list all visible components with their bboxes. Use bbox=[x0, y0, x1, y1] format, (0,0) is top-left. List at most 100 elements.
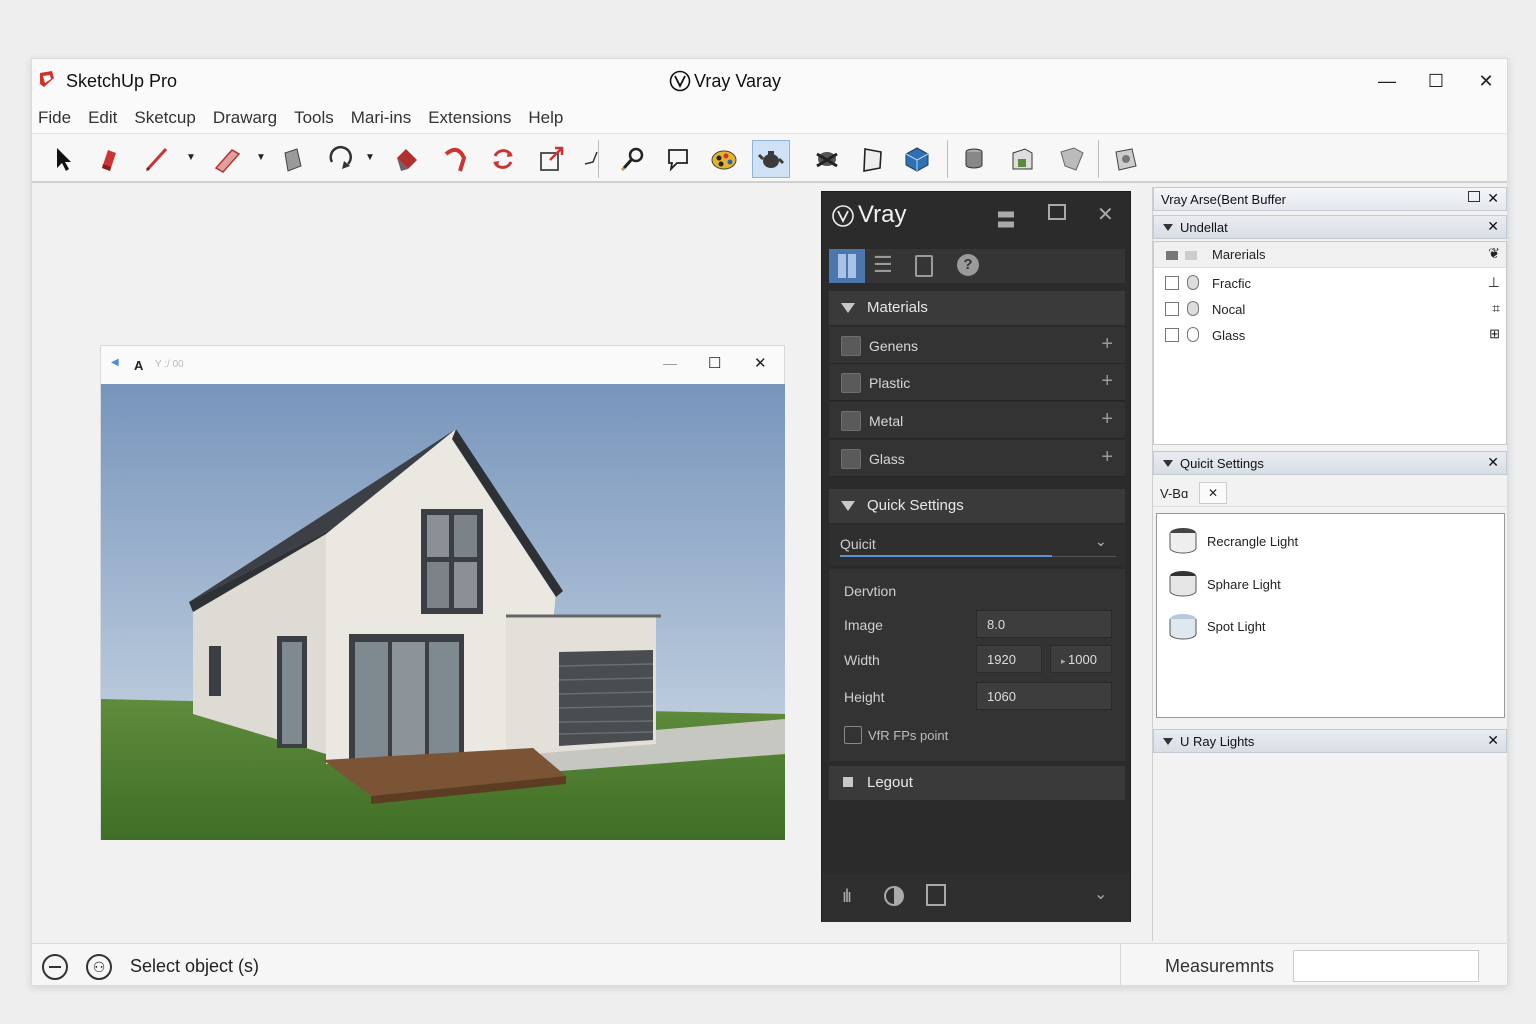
edit-icon[interactable]: ⊥ bbox=[1488, 274, 1500, 291]
paint-bucket-button[interactable] bbox=[388, 140, 426, 178]
frame-icon[interactable] bbox=[926, 884, 946, 906]
app-title: SketchUp Pro bbox=[66, 71, 178, 91]
tab-vb[interactable]: V-Bɑ bbox=[1160, 486, 1188, 501]
close-button[interactable]: ✕ bbox=[1466, 67, 1506, 95]
render-maximize-button[interactable]: ☐ bbox=[708, 354, 721, 372]
select-tool-button[interactable] bbox=[44, 140, 82, 178]
rectangle-tool-button[interactable] bbox=[208, 140, 246, 178]
material-editor-button[interactable] bbox=[705, 140, 743, 178]
render-window: ◀ A Y :/ 00 — ☐ ✕ bbox=[100, 345, 785, 840]
measurements-label: Measuremnts bbox=[1165, 956, 1275, 976]
close-undellat-button[interactable]: ✕ bbox=[1487, 218, 1499, 235]
eraser-tool-button[interactable] bbox=[90, 140, 128, 178]
tab-materials[interactable] bbox=[829, 249, 865, 283]
material-list-item[interactable]: Fracfic bbox=[1212, 276, 1251, 291]
chevron-down-icon: ⌄ bbox=[1095, 533, 1107, 549]
menu-plugins[interactable]: Mari-ins bbox=[351, 108, 411, 128]
image-field[interactable]: 8.0 bbox=[976, 610, 1112, 638]
material-checkbox[interactable] bbox=[1165, 328, 1179, 342]
close-panel-icon[interactable]: ✕ bbox=[1097, 202, 1114, 227]
menu-draw[interactable]: Drawarg bbox=[213, 108, 277, 128]
material-checkbox[interactable] bbox=[1165, 276, 1179, 290]
menu-file[interactable]: Fide bbox=[38, 108, 71, 128]
menu-help[interactable]: Help bbox=[528, 108, 563, 128]
material-item[interactable]: Plastic + bbox=[829, 364, 1125, 401]
menu-tools[interactable]: Tools bbox=[294, 108, 334, 128]
menu-extensions[interactable]: Extensions bbox=[428, 108, 511, 128]
list-icon[interactable]: ☰ bbox=[873, 253, 893, 277]
quick-settings-header[interactable]: Quicit Settings ✕ bbox=[1153, 451, 1507, 475]
material-item[interactable]: Glass + bbox=[829, 440, 1125, 477]
vray-proxy-button[interactable] bbox=[1003, 140, 1041, 178]
maximize-panel-icon[interactable] bbox=[1048, 204, 1066, 220]
teapot-icon[interactable]: ❦ bbox=[1488, 245, 1500, 262]
follow-me-button[interactable] bbox=[436, 140, 474, 178]
light-item[interactable]: Sphare Light bbox=[1207, 577, 1281, 592]
legout-section-header[interactable]: Legout bbox=[829, 766, 1125, 800]
move-tool-button[interactable] bbox=[322, 140, 360, 178]
measurements-input[interactable] bbox=[1293, 950, 1479, 982]
add-material-button[interactable]: + bbox=[1101, 408, 1113, 431]
minimize-button[interactable]: — bbox=[1367, 67, 1407, 95]
pushpull-tool-button[interactable] bbox=[274, 140, 312, 178]
text-tool-button[interactable] bbox=[659, 140, 697, 178]
maximize-button[interactable]: ☐ bbox=[1416, 67, 1456, 95]
close-buffer-button[interactable]: ✕ bbox=[1487, 190, 1499, 207]
material-list-item[interactable]: Glass bbox=[1212, 328, 1245, 343]
undellat-header[interactable]: Undellat ✕ bbox=[1153, 215, 1507, 239]
add-material-button[interactable]: + bbox=[1101, 370, 1113, 393]
line-tool-button[interactable] bbox=[138, 140, 176, 178]
vray-asset-editor-button[interactable] bbox=[752, 140, 790, 178]
vray-light-button[interactable] bbox=[957, 140, 995, 178]
vray-lights-header[interactable]: U Ray Lights ✕ bbox=[1153, 729, 1507, 753]
menu-edit[interactable]: Edit bbox=[88, 108, 117, 128]
render-close-button[interactable]: ✕ bbox=[754, 354, 767, 372]
credits-icon[interactable]: ⚇ bbox=[86, 954, 112, 980]
geo-location-icon[interactable] bbox=[42, 954, 68, 980]
close-lights-button[interactable]: ✕ bbox=[1487, 732, 1499, 749]
tab-close-button[interactable]: ✕ bbox=[1199, 482, 1227, 504]
line-dropdown-icon[interactable]: ▼ bbox=[186, 152, 196, 163]
pin-icon[interactable]: ⌗ bbox=[1492, 300, 1500, 317]
fps-checkbox[interactable] bbox=[844, 726, 862, 744]
material-item[interactable]: Genens + bbox=[829, 327, 1125, 364]
tape-tool-button[interactable] bbox=[573, 140, 611, 178]
width-field-secondary[interactable]: ▸ 1000 bbox=[1050, 645, 1112, 673]
materials-section-header[interactable]: Materials bbox=[829, 291, 1125, 325]
chevron-down-icon[interactable]: ⌄ bbox=[1094, 884, 1107, 904]
scale-tool-button[interactable] bbox=[532, 140, 570, 178]
material-checkbox[interactable] bbox=[1165, 302, 1179, 316]
grid-icon[interactable]: ⊞ bbox=[1489, 326, 1500, 342]
height-field[interactable]: 1060 bbox=[976, 682, 1112, 710]
orbit-tool-button[interactable] bbox=[484, 140, 522, 178]
histogram-icon[interactable]: ılı bbox=[842, 886, 852, 907]
zoom-tool-button[interactable] bbox=[614, 140, 652, 178]
material-list-item[interactable]: Nocal bbox=[1212, 302, 1245, 317]
material-item[interactable]: Metal + bbox=[829, 402, 1125, 439]
collapse-triangle-icon bbox=[841, 501, 855, 511]
light-item[interactable]: Spot Light bbox=[1207, 619, 1266, 634]
vray-shield-button[interactable] bbox=[1052, 140, 1090, 178]
vray-frame-buffer-button[interactable] bbox=[1106, 140, 1144, 178]
eraser-icon bbox=[102, 150, 116, 171]
cloud-render-button[interactable] bbox=[898, 140, 936, 178]
toolbar-separator bbox=[1098, 140, 1099, 178]
close-quick-settings-button[interactable]: ✕ bbox=[1487, 454, 1499, 471]
menu-hamburger-icon[interactable]: 〓 bbox=[996, 204, 1016, 233]
move-dropdown-icon[interactable]: ▼ bbox=[365, 152, 375, 163]
menu-view[interactable]: Sketcup bbox=[134, 108, 195, 128]
float-panel-icon[interactable] bbox=[1468, 191, 1480, 202]
interactive-render-button[interactable] bbox=[854, 140, 892, 178]
quick-settings-section-header[interactable]: Quick Settings bbox=[829, 489, 1125, 523]
quick-preset-dropdown[interactable]: Quicit ⌄ bbox=[829, 525, 1125, 565]
contrast-icon[interactable] bbox=[884, 886, 904, 906]
light-item[interactable]: Recrangle Light bbox=[1207, 534, 1298, 549]
width-field[interactable]: 1920 bbox=[976, 645, 1042, 673]
document-icon[interactable] bbox=[915, 255, 933, 277]
render-minimize-button[interactable]: — bbox=[663, 355, 677, 371]
help-icon[interactable]: ? bbox=[957, 254, 979, 276]
add-material-button[interactable]: + bbox=[1101, 333, 1113, 356]
shape-dropdown-icon[interactable]: ▼ bbox=[256, 152, 266, 163]
render-button[interactable] bbox=[808, 140, 846, 178]
add-material-button[interactable]: + bbox=[1101, 446, 1113, 469]
